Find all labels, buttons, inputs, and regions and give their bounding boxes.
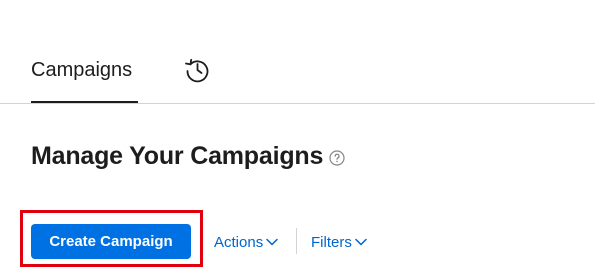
- toolbar-divider: [296, 228, 297, 254]
- tab-bar: Campaigns: [0, 0, 595, 104]
- create-campaign-button[interactable]: Create Campaign: [31, 224, 191, 259]
- chevron-down-icon: [355, 238, 367, 246]
- campaigns-page: Campaigns Manage Your Campaigns Create C…: [0, 0, 595, 273]
- tab-campaigns[interactable]: Campaigns: [31, 57, 138, 103]
- actions-label: Actions: [214, 233, 264, 251]
- tab-campaigns-label: Campaigns: [31, 59, 133, 81]
- filters-label: Filters: [311, 233, 352, 251]
- tab-history[interactable]: [182, 56, 212, 84]
- page-title: Manage Your Campaigns: [31, 141, 324, 170]
- page-heading: Manage Your Campaigns: [31, 139, 345, 173]
- chevron-down-icon: [266, 238, 278, 246]
- help-icon[interactable]: [329, 150, 345, 166]
- actions-dropdown[interactable]: Actions: [214, 231, 278, 253]
- filters-dropdown[interactable]: Filters: [311, 231, 367, 253]
- history-icon: [185, 58, 209, 83]
